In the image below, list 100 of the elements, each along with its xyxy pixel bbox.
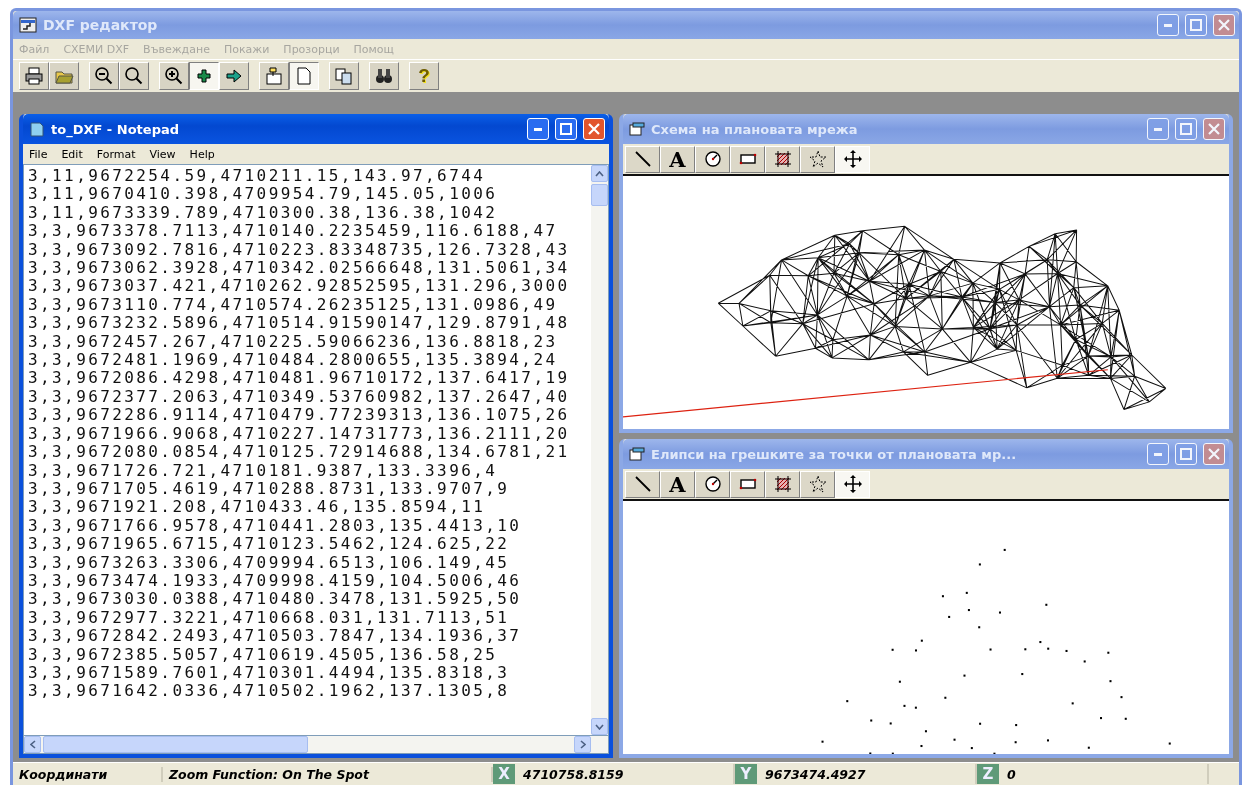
scrollbar-thumb[interactable]: [43, 736, 308, 753]
menu-item[interactable]: Format: [96, 147, 136, 161]
scrollbar-thumb[interactable]: [591, 184, 608, 206]
text-line: 3,3,9673062.3928,4710342.02566648,131.5061,34: [28, 259, 571, 278]
close-icon: [1218, 19, 1230, 31]
text-line: 3,3,9673110.774,4710574.26235125,131.0986,49: [28, 295, 559, 315]
window-icon: [629, 122, 645, 136]
hatched-grid-icon: [772, 474, 793, 494]
drawing-tool-button[interactable]: [730, 470, 765, 498]
zoom-in-icon: [164, 66, 184, 86]
drawing-tool-button[interactable]: [730, 145, 765, 173]
coordinate-value: 4710758.8159: [523, 766, 624, 782]
notepad-icon: [29, 121, 45, 137]
printer-icon: [24, 66, 44, 86]
page-import-icon: [264, 66, 284, 86]
minimize-icon: [534, 127, 542, 131]
text-line: 3,3,9673037.421,4710262.92852595,131.296,3000: [28, 277, 571, 296]
zoom-out-icon: [94, 66, 114, 86]
maximize-icon: [560, 123, 572, 135]
close-button[interactable]: [583, 118, 605, 140]
scroll-right-icon: [579, 740, 586, 749]
text-line: 3,3,9672977.3221,4710668.031,131.7113,51: [28, 608, 511, 628]
maximize-button[interactable]: [555, 118, 577, 140]
close-button[interactable]: [1203, 443, 1225, 465]
close-button[interactable]: [1203, 118, 1225, 140]
drawing-tool-button[interactable]: [835, 145, 870, 173]
line-tool-icon: [632, 149, 653, 169]
plus-icon: [194, 66, 214, 86]
line-tool-icon: [632, 474, 653, 494]
maximize-icon: [1190, 19, 1202, 31]
drawing-tool-button[interactable]: A: [660, 470, 695, 498]
app-icon: [19, 17, 37, 33]
hatched-grid-icon: [772, 149, 793, 169]
gauge-icon: [702, 149, 723, 169]
minimize-icon: [1154, 452, 1162, 456]
menu-item[interactable]: View: [149, 147, 176, 161]
minimize-icon: [1164, 23, 1172, 27]
menu-item[interactable]: File: [29, 147, 48, 161]
close-icon: [1208, 123, 1220, 135]
drawing-tool-button[interactable]: [625, 145, 660, 173]
scroll-up-icon: [595, 170, 604, 177]
drawing-tool-button[interactable]: A: [660, 145, 695, 173]
axis-tag: Z: [977, 764, 999, 784]
text-line: 3,3,9673232.5896,4710514.91590147,129.8791,48: [28, 314, 571, 333]
coordinate-value: 0: [1007, 766, 1016, 782]
text-line: 3,3,9672385.5057,4710619.4505,136.58,25: [28, 645, 499, 664]
scroll-left-icon: [29, 740, 36, 749]
text-line: 3,3,9672080.0854,4710125.72914688,134.6781,21: [28, 443, 571, 462]
magnifier-icon: [124, 66, 144, 86]
window-title: DXF редактор: [43, 17, 159, 33]
drawing-tool-button[interactable]: [625, 470, 660, 498]
gauge-icon: [702, 474, 723, 494]
text-line: 3,3,9671589.7601,4710301.4494,135.8318,3: [28, 663, 511, 683]
drawing-tool-button[interactable]: [695, 470, 730, 498]
move-icon: [842, 474, 863, 494]
dotted-star-icon: [807, 149, 828, 169]
drawing-tool-button[interactable]: [695, 145, 730, 173]
drawing-tool-button[interactable]: [765, 145, 800, 173]
drawing-tool-button[interactable]: [765, 470, 800, 498]
text-line: 3,3,9672086.4298,4710481.96710172,137.6417,19: [28, 369, 571, 388]
window-icon: [629, 447, 645, 461]
status-label: Координати: [13, 766, 163, 782]
window-title: to_DXF - Notepad: [51, 121, 180, 137]
toolbar-button[interactable]: ?: [409, 62, 439, 90]
close-icon: [588, 123, 600, 135]
minimize-icon: [1154, 127, 1162, 131]
close-button[interactable]: [1213, 14, 1235, 36]
text-line: 3,3,9672842.2493,4710503.7847,134.1936,37: [28, 627, 523, 646]
text-line: 3,3,9673030.0388,4710480.3478,131.5925,50: [28, 590, 523, 609]
text-line: 3,3,9672457.267,4710225.59066236,136.8818,23: [28, 332, 559, 352]
move-icon: [842, 149, 863, 169]
maximize-icon: [1180, 448, 1192, 460]
text-line: 3,11,9673339.789,4710300.38,136.38,1042: [28, 203, 499, 223]
text-line: 3,3,9673378.7113,4710140.2235459,116.6188,47: [28, 222, 559, 241]
toolbar-button[interactable]: [189, 62, 219, 90]
text-line: 3,3,9673092.7816,4710223.83348735,126.7328,43: [28, 240, 571, 260]
axis-tag: Y: [735, 764, 757, 784]
text-line: 3,11,9670410.398,4709954.79,145.05,1006: [28, 185, 499, 204]
binoculars-icon: [374, 66, 394, 86]
text-line: 3,3,9672377.2063,4710349.53760982,137.2647,40: [28, 387, 571, 407]
text-line: 3,11,9672254.59,4710211.15,143.97,6744: [28, 167, 487, 186]
drawing-tool-button[interactable]: [835, 470, 870, 498]
text-line: 3,3,9671966.9068,4710227.14731773,136.2111,20: [28, 424, 571, 444]
vertical-scrollbar[interactable]: [591, 165, 608, 735]
text-line: 3,3,9673474.1933,4709998.4159,104.5006,46: [28, 571, 523, 591]
menu-item[interactable]: Help: [189, 147, 215, 161]
menu-item[interactable]: Edit: [61, 147, 83, 161]
window-title: Елипси на грешките за точки от плановата мр...: [651, 446, 1018, 462]
axis-tag: X: [493, 764, 515, 784]
text-line: 3,3,9671642.0336,4710502.1962,137.1305,8: [28, 682, 511, 701]
page-icon: [294, 66, 314, 86]
minimize-button[interactable]: [527, 118, 549, 140]
horizontal-scrollbar[interactable]: [23, 736, 609, 754]
window-title: Схема на плановата мрежа: [651, 121, 859, 137]
text-line: 3,3,9671705.4619,4710288.8731,133.9707,9: [28, 479, 511, 499]
text-line: 3,3,9671921.208,4710433.46,135.8594,11: [28, 498, 487, 517]
arrow-right-icon: [224, 66, 244, 86]
dotted-star-icon: [807, 474, 828, 494]
scroll-down-icon: [595, 723, 604, 730]
text-line: 3,3,9671766.9578,4710441.2803,135.4413,10: [28, 516, 523, 536]
